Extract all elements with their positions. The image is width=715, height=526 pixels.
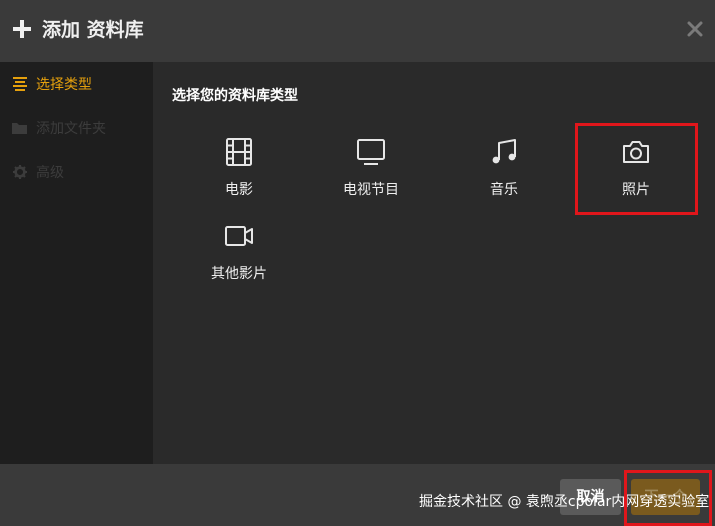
folder-icon	[12, 123, 27, 134]
film-icon	[226, 138, 252, 166]
wizard-sidebar: 选择类型 添加文件夹 高级	[0, 62, 153, 464]
sidebar-item-label: 添加文件夹	[36, 121, 106, 137]
library-type-label: 音乐	[490, 182, 518, 198]
gear-icon	[13, 165, 27, 179]
library-type-photos[interactable]: 照片	[576, 136, 696, 216]
sidebar-item-label: 高级	[36, 165, 64, 181]
library-type-movies[interactable]: 电影	[179, 136, 299, 216]
camera-icon	[623, 141, 649, 163]
add-library-dialog: 添加 资料库 选择类型 添加文件夹 高级 选择您的资料库类型 电影 电视节目 音…	[0, 0, 715, 526]
next-button[interactable]: 下一个	[631, 479, 700, 515]
sidebar-item-add-folder[interactable]: 添加文件夹	[0, 108, 153, 148]
library-type-panel: 选择您的资料库类型 电影 电视节目 音乐 照片 其他影片	[153, 62, 715, 464]
close-icon[interactable]	[686, 20, 704, 38]
library-type-label: 电影	[225, 182, 253, 198]
sidebar-item-advanced[interactable]: 高级	[0, 152, 153, 192]
library-type-music[interactable]: 音乐	[444, 136, 564, 216]
list-icon	[13, 77, 27, 91]
dialog-header: 添加 资料库	[0, 0, 715, 62]
dialog-title: 添加 资料库	[42, 19, 144, 41]
library-type-label: 其他影片	[211, 266, 267, 282]
library-type-other-videos[interactable]: 其他影片	[179, 220, 299, 300]
cancel-button[interactable]: 取消	[560, 479, 621, 515]
sidebar-item-select-type[interactable]: 选择类型	[0, 64, 153, 104]
library-type-label: 照片	[622, 182, 650, 198]
tv-icon	[357, 139, 385, 165]
library-type-tv-shows[interactable]: 电视节目	[311, 136, 431, 216]
sidebar-item-label: 选择类型	[36, 77, 92, 93]
plus-icon	[13, 20, 31, 38]
library-type-label: 电视节目	[343, 182, 399, 198]
panel-heading: 选择您的资料库类型	[172, 88, 298, 104]
music-note-icon	[492, 139, 516, 164]
video-camera-icon	[225, 226, 253, 246]
